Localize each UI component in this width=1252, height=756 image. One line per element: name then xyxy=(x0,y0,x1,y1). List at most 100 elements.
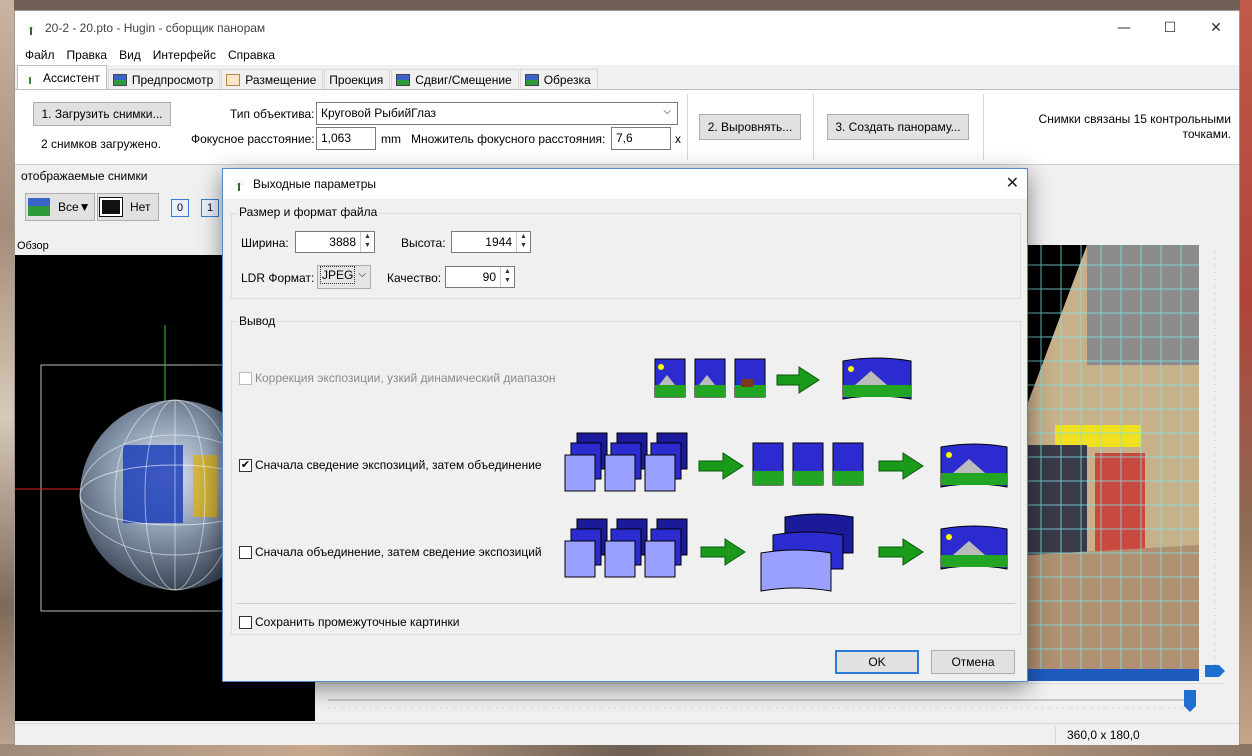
menu-help[interactable]: Справка xyxy=(222,48,281,62)
spin-down-icon: ▼ xyxy=(504,277,511,284)
tab-move-drag-label: Сдвиг/Смещение xyxy=(415,72,512,87)
create-panorama-button[interactable]: 3. Создать панораму... xyxy=(827,114,969,140)
width-spinner[interactable]: ▲ ▼ xyxy=(360,232,374,252)
tab-layout[interactable]: Размещение xyxy=(221,69,324,89)
crop-factor-value: 7,6 xyxy=(616,131,633,145)
save-intermediate-label: Сохранить промежуточные картинки xyxy=(255,615,460,629)
crop-factor-input[interactable]: 7,6 xyxy=(611,127,671,150)
lens-type-select[interactable]: Круговой РыбийГлаз ⌵ xyxy=(316,102,678,125)
load-images-button[interactable]: 1. Загрузить снимки... xyxy=(33,102,171,126)
close-button[interactable]: ✕ xyxy=(1193,11,1239,45)
tab-move-drag[interactable]: Сдвиг/Смещение xyxy=(391,69,519,89)
stitch-then-fuse-checkbox[interactable] xyxy=(239,546,252,559)
output-group-title: Вывод xyxy=(237,314,278,328)
slider-thumb-icon xyxy=(1184,690,1196,712)
output-parameters-dialog: Выходные параметры ✕ Размер и формат фай… xyxy=(222,168,1028,682)
maximize-button[interactable]: ☐ xyxy=(1147,11,1193,45)
quality-spinner[interactable]: ▲ ▼ xyxy=(500,267,514,287)
dialog-title-bar: Выходные параметры ✕ xyxy=(223,169,1027,199)
window-title: 20-2 - 20.pto - Hugin - сборщик панорам xyxy=(45,21,266,35)
arrow-icon xyxy=(700,538,746,566)
tab-layout-label: Размещение xyxy=(245,72,317,87)
show-all-button[interactable]: Все▼ xyxy=(25,193,95,221)
save-intermediate-checkbox[interactable] xyxy=(239,616,252,629)
cancel-button[interactable]: Отмена xyxy=(931,650,1015,674)
spin-up-icon: ▲ xyxy=(520,233,527,240)
hugin-tab-icon xyxy=(23,73,37,84)
spin-down-icon: ▼ xyxy=(364,242,371,249)
height-spinner[interactable]: ▲ ▼ xyxy=(516,232,530,252)
tab-assistant[interactable]: Ассистент xyxy=(17,65,107,89)
divider xyxy=(813,94,814,160)
height-input[interactable]: 1944 ▲ ▼ xyxy=(451,231,531,253)
arrow-icon xyxy=(878,538,924,566)
layout-icon xyxy=(226,73,241,86)
exposure-correction-checkbox[interactable] xyxy=(239,372,252,385)
width-input[interactable]: 3888 ▲ ▼ xyxy=(295,231,375,253)
ldr-format-select[interactable]: JPEG ⌵ xyxy=(317,265,371,289)
spin-down-icon: ▼ xyxy=(520,242,527,249)
ldr-format-value: JPEG xyxy=(320,266,356,284)
preview-icon xyxy=(112,73,127,86)
close-icon[interactable]: ✕ xyxy=(1006,173,1019,192)
align-button[interactable]: 2. Выровнять... xyxy=(699,114,801,140)
check-icon: ✔ xyxy=(240,459,251,471)
crop-factor-label: Множитель фокусного расстояния: xyxy=(411,132,606,146)
image-toggle-0[interactable]: 0 xyxy=(171,199,189,217)
control-points-status-line2: точками. xyxy=(1182,127,1232,141)
crop-icon xyxy=(524,73,539,86)
tab-preview[interactable]: Предпросмотр xyxy=(107,69,221,89)
tab-crop-label: Обрезка xyxy=(543,72,591,87)
horizontal-fov-slider[interactable] xyxy=(320,683,1225,721)
arrow-icon xyxy=(698,452,744,480)
focal-length-label: Фокусное расстояние: xyxy=(191,132,315,146)
chevron-down-icon: ⌵ xyxy=(358,269,366,280)
desktop-background-right xyxy=(1240,0,1252,756)
image-toggle-1[interactable]: 1 xyxy=(201,199,219,217)
quality-label: Качество: xyxy=(387,271,442,285)
vertical-fov-slider[interactable] xyxy=(1205,245,1239,685)
status-bar: 360,0 x 180,0 xyxy=(15,723,1239,745)
menu-interface[interactable]: Интерфейс xyxy=(147,48,222,62)
quality-input[interactable]: 90 ▲ ▼ xyxy=(445,266,515,288)
panorama-preview-image xyxy=(1027,245,1199,681)
tab-projection-label: Проекция xyxy=(329,72,384,87)
show-none-label: Нет xyxy=(130,200,151,214)
stitch-then-fuse-diagram xyxy=(564,513,1008,592)
move-drag-icon xyxy=(396,73,411,86)
panorama-preview[interactable] xyxy=(1027,245,1199,681)
arrow-icon xyxy=(776,366,820,394)
desktop-background-left xyxy=(0,0,14,756)
show-all-label: Все▼ xyxy=(58,200,91,214)
chevron-down-icon: ⌵ xyxy=(663,106,671,117)
hugin-app-icon xyxy=(24,23,38,35)
spin-up-icon: ▲ xyxy=(504,268,511,275)
arrow-icon xyxy=(878,452,924,480)
menu-file[interactable]: Файл xyxy=(19,48,61,62)
title-bar: 20-2 - 20.pto - Hugin - сборщик панорам … xyxy=(15,11,1239,45)
assistant-panel: 1. Загрузить снимки... 2 снимков загруже… xyxy=(15,89,1239,165)
fuse-then-stitch-checkbox[interactable]: ✔ xyxy=(239,459,252,472)
menu-edit[interactable]: Правка xyxy=(61,48,114,62)
all-images-icon xyxy=(28,198,50,216)
slider-thumb-icon xyxy=(1205,665,1225,677)
lens-type-label: Тип объектива: xyxy=(230,107,315,121)
control-points-status-line1: Снимки связаны 15 контрольными xyxy=(1038,112,1231,126)
menu-view[interactable]: Вид xyxy=(113,48,147,62)
stitch-then-fuse-label: Сначала объединение, затем сведение эксп… xyxy=(255,545,542,559)
tab-projection[interactable]: Проекция xyxy=(324,69,391,89)
dialog-title: Выходные параметры xyxy=(253,177,377,191)
focal-length-input[interactable]: 1,063 xyxy=(316,127,376,150)
field-of-view-status: 360,0 x 180,0 xyxy=(1067,728,1140,742)
tab-assistant-label: Ассистент xyxy=(43,70,100,85)
menu-bar: Файл Правка Вид Интерфейс Справка xyxy=(15,45,1239,65)
show-none-button[interactable]: Нет xyxy=(97,193,159,221)
lens-type-value: Круговой РыбийГлаз xyxy=(321,106,437,120)
ok-button[interactable]: OK xyxy=(835,650,919,674)
minimize-button[interactable]: — xyxy=(1101,11,1147,45)
focal-length-unit: mm xyxy=(381,132,401,146)
divider xyxy=(1055,726,1056,744)
overview-label: Обзор xyxy=(17,240,49,252)
tab-crop[interactable]: Обрезка xyxy=(519,69,598,89)
images-loaded-text: 2 снимков загружено. xyxy=(41,137,161,151)
